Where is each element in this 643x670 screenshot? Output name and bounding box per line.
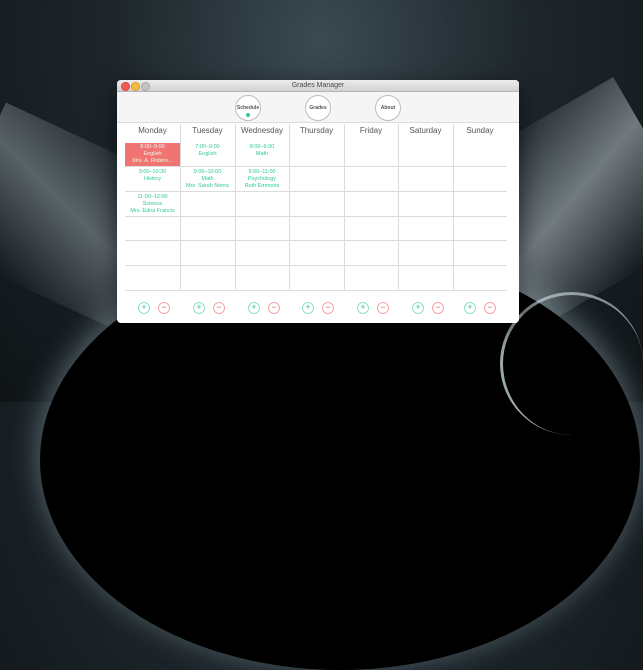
remove-class-button-friday[interactable]: − [377, 302, 389, 314]
tab-grades[interactable]: Grades [305, 95, 331, 121]
column-friday: Friday [344, 124, 398, 290]
class-teacher: Mrs. A. Robins... [132, 158, 173, 164]
day-header-saturday: Saturday [409, 126, 442, 135]
class-subject: Psychology [247, 176, 277, 182]
selected-indicator-dot [246, 113, 250, 117]
class-entry[interactable]: 9:00–11:00 Psychology Ruth Emmons [235, 169, 289, 190]
planet-rim-light [500, 292, 643, 435]
class-entry-selected[interactable]: 8:00–9:00 English Mrs. A. Robins... [125, 143, 180, 166]
add-class-button-thursday[interactable]: + [302, 302, 314, 314]
column-thursday: Thursday [289, 124, 344, 290]
class-time: 11:00–12:00 [137, 194, 168, 200]
add-class-button-monday[interactable]: + [138, 302, 150, 314]
class-time: 9:00–11:00 [248, 169, 276, 175]
toolbar: Schedule Grades About [117, 92, 519, 123]
remove-class-button-sunday[interactable]: − [484, 302, 496, 314]
grid-line [125, 290, 507, 291]
remove-class-button-monday[interactable]: − [158, 302, 170, 314]
tab-schedule[interactable]: Schedule [235, 95, 261, 121]
remove-class-button-thursday[interactable]: − [322, 302, 334, 314]
class-time: 8:00–9:00 [140, 144, 165, 150]
day-header-tuesday: Tuesday [192, 126, 223, 135]
class-subject: Math [201, 176, 214, 182]
class-subject: Math [255, 151, 269, 157]
class-entry[interactable]: 9:00–10:00 Math Mrs. Sarah Norris [180, 169, 235, 190]
add-class-button-friday[interactable]: + [357, 302, 369, 314]
tab-schedule-label: Schedule [236, 105, 260, 111]
title-bar[interactable]: Grades Manager [117, 80, 519, 92]
window-title: Grades Manager [291, 82, 345, 89]
class-time: 9:00–10:00 [193, 169, 222, 175]
day-header-friday: Friday [359, 126, 383, 135]
add-class-button-wednesday[interactable]: + [248, 302, 260, 314]
class-entry[interactable]: 9:00–10:30 History [125, 169, 180, 183]
class-subject: English [198, 151, 217, 157]
column-sunday: Sunday [453, 124, 507, 290]
tab-about[interactable]: About [375, 95, 401, 121]
day-header-monday: Monday [138, 126, 167, 135]
class-entry[interactable]: 11:00–12:00 Science Mrs. Edna Francis [125, 194, 180, 215]
column-wednesday: Wednesday 8:00–9:00 Math 9:00–11:00 Psyc… [235, 124, 289, 290]
class-time: 8:00–9:00 [249, 144, 275, 150]
tab-grades-label: Grades [309, 105, 327, 111]
add-class-button-sunday[interactable]: + [464, 302, 476, 314]
class-teacher: Mrs. Sarah Norris [185, 183, 230, 189]
tab-about-label: About [380, 105, 396, 111]
class-teacher: Ruth Emmons [244, 183, 280, 189]
class-entry[interactable]: 8:00–9:00 Math [235, 144, 289, 158]
class-time: 7:00–9:00 [195, 144, 220, 150]
class-subject: English [143, 151, 162, 157]
add-class-button-saturday[interactable]: + [412, 302, 424, 314]
day-header-wednesday: Wednesday [240, 126, 284, 135]
remove-class-button-wednesday[interactable]: − [268, 302, 280, 314]
class-teacher: Mrs. Edna Francis [130, 208, 175, 214]
class-subject: Science [142, 201, 163, 207]
remove-class-button-saturday[interactable]: − [432, 302, 444, 314]
remove-class-button-tuesday[interactable]: − [213, 302, 225, 314]
column-tuesday: Tuesday 7:00–9:00 English 9:00–10:00 Mat… [180, 124, 235, 290]
class-entry[interactable]: 7:00–9:00 English [180, 144, 235, 158]
column-monday: Monday 8:00–9:00 English Mrs. A. Robins.… [125, 124, 180, 290]
app-window: Grades Manager Schedule Grades About Mon… [117, 80, 519, 323]
column-saturday: Saturday [398, 124, 453, 290]
day-header-sunday: Sunday [466, 126, 494, 135]
day-header-thursday: Thursday [299, 126, 334, 135]
class-time: 9:00–10:30 [138, 169, 167, 175]
add-class-button-tuesday[interactable]: + [193, 302, 205, 314]
class-subject: History [143, 176, 162, 182]
